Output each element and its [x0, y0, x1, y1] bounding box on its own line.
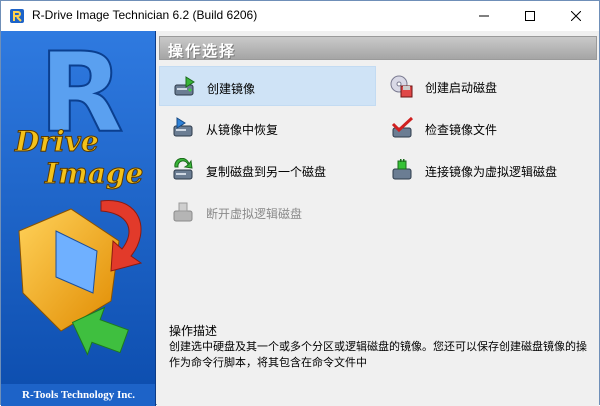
action-label: 创建镜像 [207, 82, 256, 96]
action-create-image[interactable]: 创建镜像 [159, 66, 376, 106]
action-restore-image[interactable]: 从镜像中恢复 [159, 108, 376, 148]
disconnect-virtual-disk-icon [173, 202, 193, 222]
minimize-button[interactable] [461, 1, 507, 31]
brand-footer: R-Tools Technology Inc. [22, 389, 135, 401]
window-title: R-Drive Image Technician 6.2 (Build 6206… [32, 8, 258, 22]
description-title: 操作描述 [169, 324, 218, 338]
main-panel: 操作选择 创建镜像 创建启动磁盘 从镜像中恢复 检查镜像文件 复制磁盘到另一个磁… [157, 31, 599, 406]
app-icon [10, 9, 24, 23]
connect-virtual-disk-icon [392, 159, 412, 180]
app-window: R-Drive Image Technician 6.2 (Build 6206… [0, 0, 600, 406]
action-label: 复制磁盘到另一个磁盘 [206, 165, 327, 179]
close-icon [571, 11, 581, 21]
action-disconnect-virtual-disk[interactable]: 断开虚拟逻辑磁盘 [159, 192, 376, 232]
brand-panel: R Drive Image R-Tools Technology Inc. [1, 31, 156, 406]
description-text: 创建选中硬盘及其一个或多个分区或逻辑磁盘的镜像。您还可以保存创建磁盘镜像的操作为… [169, 341, 587, 369]
boot-disk-icon [390, 75, 413, 98]
maximize-button[interactable] [507, 1, 553, 31]
create-image-icon [174, 76, 195, 96]
operations-header-label: 操作选择 [168, 43, 237, 60]
action-connect-virtual-disk[interactable]: 连接镜像为虚拟逻辑磁盘 [378, 150, 595, 190]
action-label: 断开虚拟逻辑磁盘 [206, 207, 303, 221]
action-label: 连接镜像为虚拟逻辑磁盘 [425, 165, 558, 179]
action-label: 从镜像中恢复 [206, 123, 279, 137]
title-bar[interactable]: R-Drive Image Technician 6.2 (Build 6206… [1, 1, 599, 31]
close-button[interactable] [553, 1, 599, 31]
brand-logo: R Drive Image [1, 31, 155, 384]
action-check-image[interactable]: 检查镜像文件 [378, 108, 595, 148]
action-label: 检查镜像文件 [425, 123, 498, 137]
action-label: 创建启动磁盘 [425, 81, 498, 95]
action-copy-disk[interactable]: 复制磁盘到另一个磁盘 [159, 150, 376, 190]
maximize-icon [525, 11, 535, 21]
action-create-boot-disk[interactable]: 创建启动磁盘 [378, 66, 595, 106]
check-image-icon [391, 116, 414, 138]
restore-icon [173, 117, 193, 137]
copy-disk-icon [173, 158, 193, 180]
minimize-icon [479, 15, 489, 17]
svg-text:Drive: Drive [14, 125, 99, 158]
svg-text:Image: Image [44, 157, 143, 190]
operations-header: 操作选择 [159, 36, 597, 60]
